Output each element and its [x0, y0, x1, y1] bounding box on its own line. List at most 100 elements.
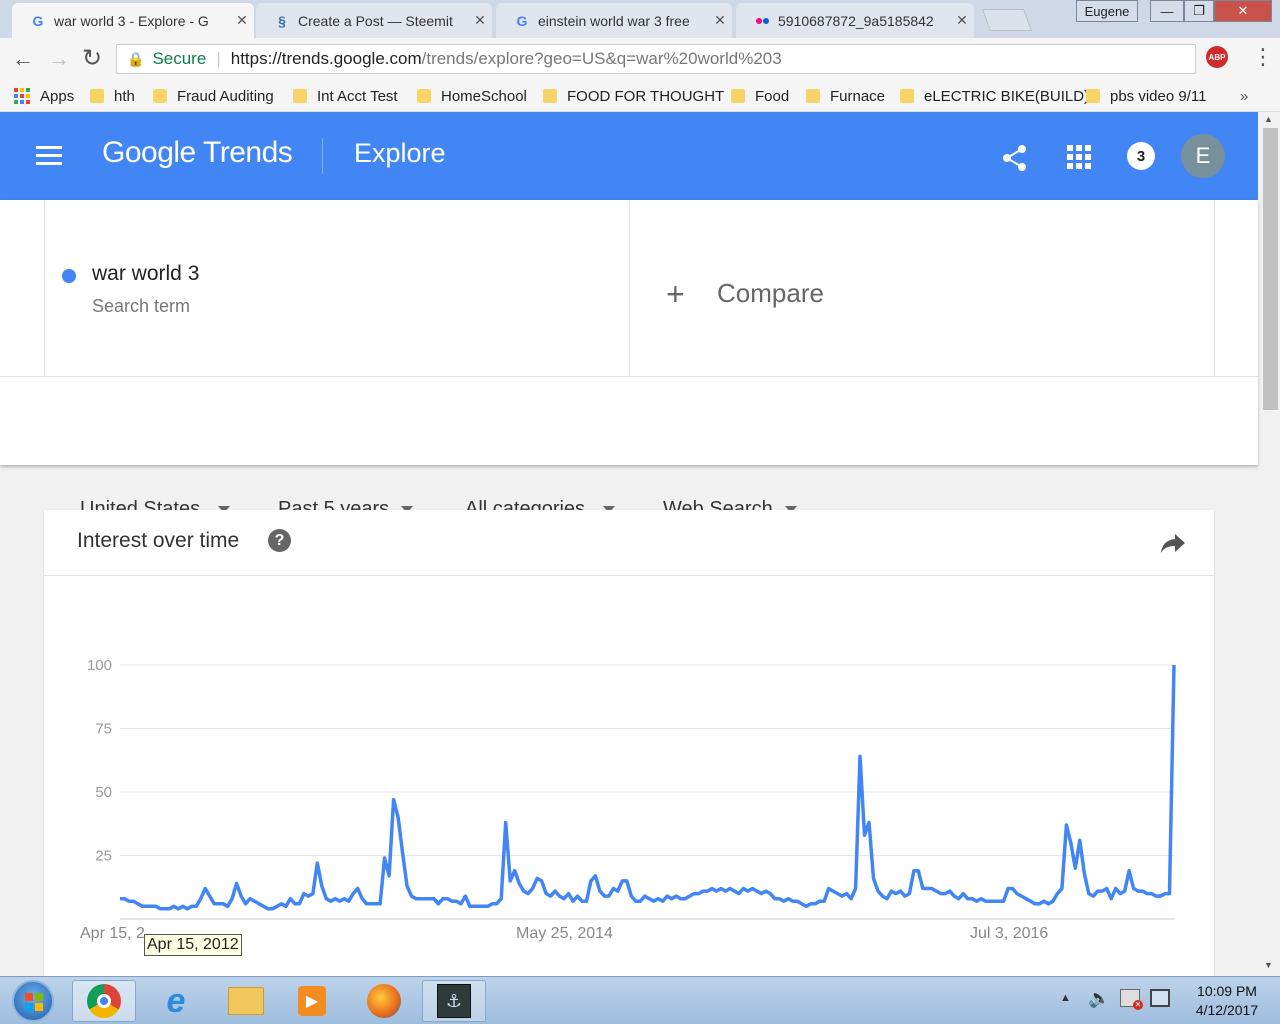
bookmarks-overflow-icon[interactable]: »: [1240, 84, 1248, 108]
secure-label: Secure: [152, 49, 207, 68]
close-tab-icon[interactable]: ✕: [950, 12, 974, 29]
y-tick-label: 25: [95, 848, 112, 865]
clock-time: 10:09 PM: [1197, 983, 1257, 999]
file-explorer-icon[interactable]: [214, 980, 278, 1022]
x-tick-label: Apr 15, 2: [80, 925, 145, 942]
notification-badge[interactable]: 3: [1127, 142, 1155, 170]
bookmark-folder[interactable]: Int Acct Test: [293, 84, 398, 108]
action-center-icon[interactable]: ✕: [1120, 989, 1143, 1010]
close-tab-icon[interactable]: ✕: [468, 12, 492, 29]
reload-icon[interactable]: ↻: [82, 44, 102, 73]
url-host: https://trends.google.com: [230, 49, 422, 68]
address-bar[interactable]: 🔒 Secure | https://trends.google.com /tr…: [116, 44, 1196, 74]
bookmark-apps[interactable]: Apps: [14, 84, 74, 108]
avatar[interactable]: E: [1181, 134, 1225, 178]
page-title: Explore: [354, 138, 446, 168]
adblock-icon[interactable]: ABP: [1206, 46, 1228, 68]
lock-icon: 🔒: [127, 50, 145, 67]
forward-icon[interactable]: →: [48, 46, 70, 72]
bookmark-folder[interactable]: hth: [90, 84, 135, 108]
tab-flickr[interactable]: 5910687872_9a5185842 ✕: [736, 3, 974, 38]
folder-icon: [806, 89, 820, 103]
x-tick-label: May 25, 2014: [516, 925, 613, 942]
close-window-button[interactable]: ✕: [1214, 0, 1272, 22]
maximize-button[interactable]: ❐: [1184, 0, 1214, 22]
folder-icon: [293, 89, 307, 103]
close-tab-icon[interactable]: ✕: [708, 12, 732, 29]
world-of-warships-icon[interactable]: ⚓: [422, 980, 486, 1022]
network-icon[interactable]: [1150, 989, 1170, 1007]
scroll-up-icon[interactable]: ▲: [1264, 114, 1273, 124]
omnibox-divider: |: [216, 49, 221, 68]
bookmark-folder[interactable]: Furnace: [806, 84, 885, 108]
url-path: /trends/explore?geo=US&q=war%20world%203: [421, 49, 782, 68]
google-g-icon: G: [516, 12, 528, 29]
flickr-icon: [754, 13, 770, 29]
search-term-card: war world 3 Search term + Compare United…: [0, 200, 1258, 520]
browser-tab-strip: G war world 3 - Explore - G ✕ § Create a…: [0, 0, 1280, 38]
hamburger-menu-icon[interactable]: [36, 146, 62, 166]
google-trends-logo[interactable]: Google Trends: [102, 136, 293, 170]
card-border-left: [44, 200, 45, 376]
compare-button[interactable]: Compare: [717, 278, 824, 309]
bookmark-folder[interactable]: pbs video 9/11: [1086, 84, 1206, 108]
tab-einstein[interactable]: G einstein world war 3 free ✕: [496, 3, 732, 38]
tooltip: Apr 15, 2012: [144, 934, 242, 956]
bookmark-folder[interactable]: eLECTRIC BIKE(BUILD): [900, 84, 1089, 108]
menu-dots-icon[interactable]: ⋮: [1252, 44, 1274, 70]
share-icon[interactable]: [1002, 144, 1028, 172]
new-tab-button[interactable]: [981, 9, 1033, 31]
y-tick-label: 75: [95, 721, 112, 738]
add-icon[interactable]: +: [666, 276, 685, 313]
folder-icon: [731, 89, 745, 103]
card-border-right: [1214, 200, 1215, 376]
chrome-taskbar-icon[interactable]: [72, 980, 136, 1022]
series-line-war-world-3[interactable]: [120, 664, 1176, 911]
header-divider: [322, 138, 323, 174]
back-icon[interactable]: ←: [12, 46, 34, 72]
folder-icon: [900, 89, 914, 103]
bookmark-folder[interactable]: FOOD FOR THOUGHT: [543, 84, 724, 108]
start-button[interactable]: [12, 980, 54, 1022]
trends-header: Google Trends Explore 3 E: [0, 112, 1258, 200]
y-tick-label: 50: [95, 784, 112, 801]
windows-taskbar: e ▶ ⚓ ▲ 🔈 ✕ 10:09 PM 4/12/2017: [0, 976, 1280, 1024]
card-separator: [0, 376, 1258, 377]
folder-icon: [153, 89, 167, 103]
show-hidden-icons[interactable]: ▲: [1060, 992, 1071, 1004]
media-player-icon[interactable]: ▶: [280, 980, 344, 1022]
folder-icon: [543, 89, 557, 103]
folder-icon: [417, 89, 431, 103]
line-chart: 100 75 50 25 Apr 15, 2 May 25, 2014 Jul 3, 201…: [80, 657, 1176, 942]
interest-over-time-card: Interest over time ? 100 75 50 25 Apr 15, 2 M…: [44, 510, 1214, 980]
search-term-type: Search term: [92, 296, 191, 316]
internet-explorer-icon[interactable]: e: [144, 980, 208, 1022]
bookmark-folder[interactable]: Food: [731, 84, 789, 108]
folder-icon: [1086, 89, 1100, 103]
firefox-icon[interactable]: [352, 980, 416, 1022]
minimize-button[interactable]: —: [1150, 0, 1184, 22]
chart-title: Interest over time: [77, 529, 240, 552]
share-arrow-icon[interactable]: [1160, 532, 1186, 554]
system-clock[interactable]: 10:09 PM 4/12/2017: [1184, 982, 1270, 1020]
apps-launcher-icon[interactable]: [1067, 145, 1091, 169]
card-divider: [629, 200, 630, 376]
clock-date: 4/12/2017: [1195, 1002, 1259, 1018]
x-tick-label: Jul 3, 2016: [970, 925, 1048, 942]
apps-grid-icon: [14, 88, 30, 104]
tab-create-post[interactable]: § Create a Post — Steemit ✕: [256, 3, 492, 38]
tab-war-world-3[interactable]: G war world 3 - Explore - G ✕: [12, 3, 254, 38]
help-icon[interactable]: ?: [268, 529, 291, 552]
y-tick-label: 100: [87, 657, 112, 674]
bookmark-folder[interactable]: HomeSchool: [417, 84, 527, 108]
volume-icon[interactable]: 🔈: [1088, 988, 1110, 1009]
profile-button[interactable]: Eugene: [1076, 0, 1138, 22]
bookmark-folder[interactable]: Fraud Auditing: [153, 84, 274, 108]
scrollbar-thumb[interactable]: [1263, 128, 1278, 410]
scroll-down-icon[interactable]: ▼: [1264, 960, 1273, 970]
term-color-dot: [62, 269, 76, 283]
close-tab-icon[interactable]: ✕: [230, 12, 254, 29]
folder-icon: [90, 89, 104, 103]
steemit-icon: §: [278, 12, 286, 29]
search-term-value[interactable]: war world 3: [92, 262, 199, 286]
